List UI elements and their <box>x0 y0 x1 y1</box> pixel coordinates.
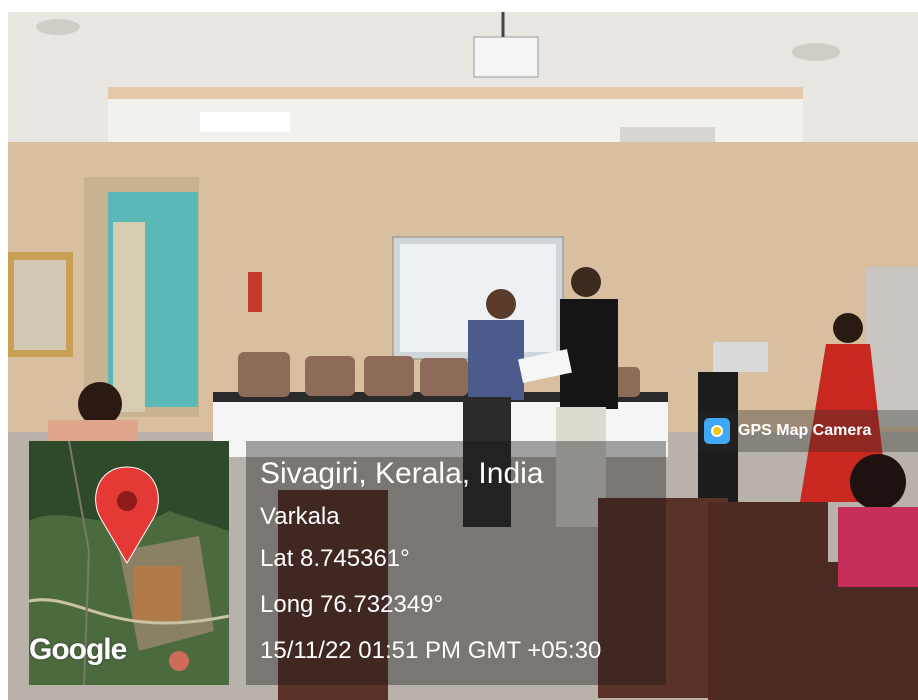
map-thumbnail: Google <box>29 441 229 685</box>
app-badge: GPS Map Camera <box>698 410 918 452</box>
location-title: Sivagiri, Kerala, India <box>260 457 544 490</box>
google-logo: Google <box>29 633 127 666</box>
latitude-label: Lat 8.745361° <box>260 545 410 572</box>
longitude-label: Long 76.732349° <box>260 591 444 618</box>
datetime-label: 15/11/22 01:51 PM GMT +05:30 <box>260 637 602 664</box>
gps-map-camera-icon <box>704 418 730 444</box>
city-label: Varkala <box>260 503 340 530</box>
app-badge-label: GPS Map Camera <box>738 422 872 439</box>
location-info-panel: Sivagiri, Kerala, India Varkala Lat 8.74… <box>246 441 666 685</box>
